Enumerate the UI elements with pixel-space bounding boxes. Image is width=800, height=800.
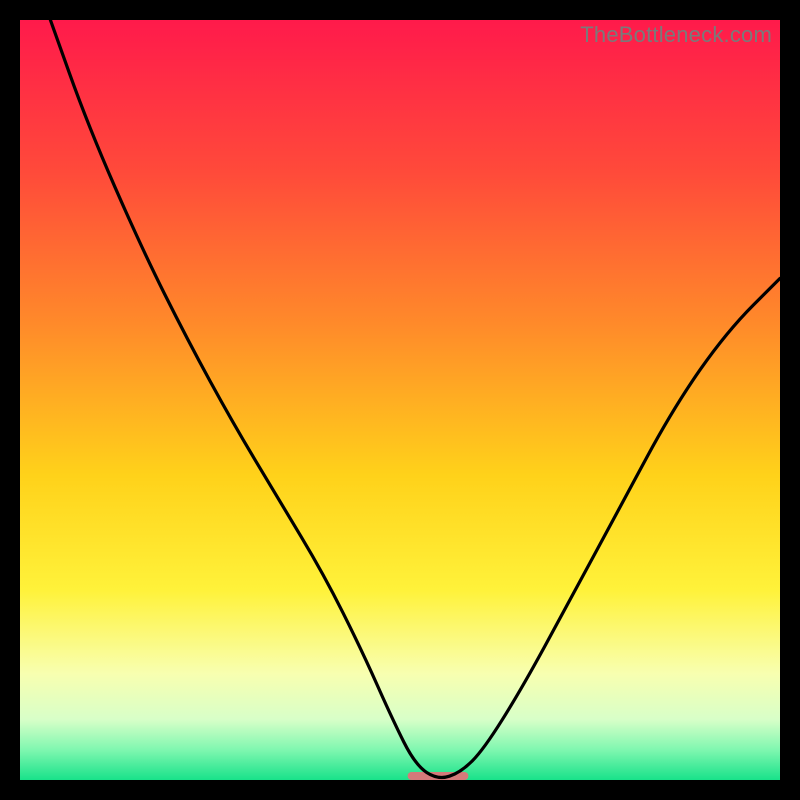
gradient-background [20, 20, 780, 780]
watermark-text: TheBottleneck.com [580, 22, 772, 48]
bottleneck-chart [20, 20, 780, 780]
chart-frame: TheBottleneck.com [20, 20, 780, 780]
